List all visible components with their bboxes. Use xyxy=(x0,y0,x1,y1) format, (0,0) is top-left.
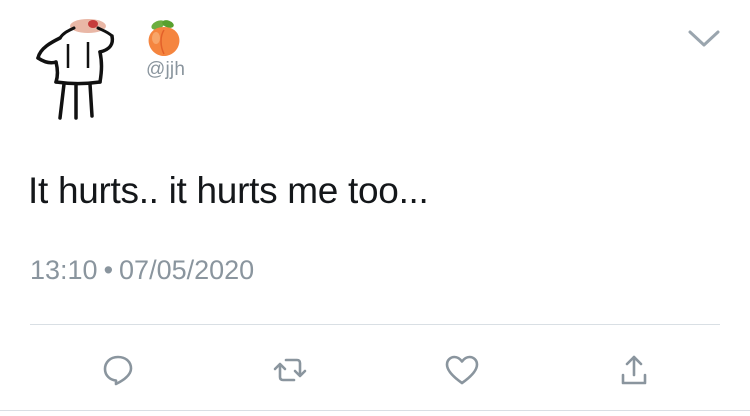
chevron-down-icon xyxy=(688,30,720,47)
reply-icon xyxy=(103,355,133,386)
tweet-time: 13:10 xyxy=(30,255,98,285)
cartoon-figure-icon xyxy=(36,19,115,120)
retweet-icon xyxy=(273,358,307,382)
retweet-button[interactable] xyxy=(270,350,310,390)
display-name[interactable] xyxy=(146,18,182,58)
bottom-divider xyxy=(0,410,750,411)
tweet-text: It hurts.. it hurts me too... xyxy=(28,170,429,211)
peach-emoji-icon xyxy=(148,20,180,56)
tweet-card: @jjh It hurts.. it hurts me too... 13:10… xyxy=(0,0,750,416)
share-button[interactable] xyxy=(614,350,654,390)
more-options-button[interactable] xyxy=(686,26,722,52)
share-icon xyxy=(621,355,647,385)
tweet-date: 07/05/2020 xyxy=(119,255,255,285)
avatar[interactable] xyxy=(30,18,130,122)
like-button[interactable] xyxy=(442,350,482,390)
reply-button[interactable] xyxy=(98,350,138,390)
meta-separator: • xyxy=(103,255,114,285)
divider xyxy=(30,324,720,325)
heart-icon xyxy=(445,355,479,385)
tweet-meta: 13:10 • 07/05/2020 xyxy=(30,255,254,286)
author-handle[interactable]: @jjh xyxy=(146,59,185,81)
